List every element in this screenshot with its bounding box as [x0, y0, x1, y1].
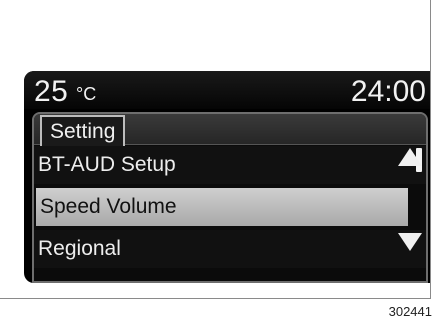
- triangle-down-icon[interactable]: [398, 233, 422, 251]
- temperature-unit: °C: [76, 84, 97, 104]
- menu-item-speed-volume[interactable]: Speed Volume: [36, 188, 408, 226]
- menu-item-regional[interactable]: Regional: [34, 230, 426, 268]
- temperature-value: 25: [34, 75, 69, 108]
- scrollbar[interactable]: [416, 148, 424, 278]
- menu-item-bt-aud-setup[interactable]: BT-AUD Setup: [34, 146, 426, 184]
- figure-code: 302441: [388, 304, 432, 319]
- display-screen: 25 °C 24:00 Setting BT-AUD Setup Speed V…: [24, 71, 430, 283]
- menu-title: Setting: [40, 115, 126, 147]
- settings-menu: BT-AUD Setup Speed Volume Regional: [34, 146, 426, 272]
- triangle-up-icon[interactable]: [398, 148, 422, 166]
- status-bar: 25 °C 24:00: [24, 71, 430, 109]
- clock: 24:00: [350, 75, 426, 108]
- settings-panel: Setting BT-AUD Setup Speed Volume Region…: [32, 112, 428, 283]
